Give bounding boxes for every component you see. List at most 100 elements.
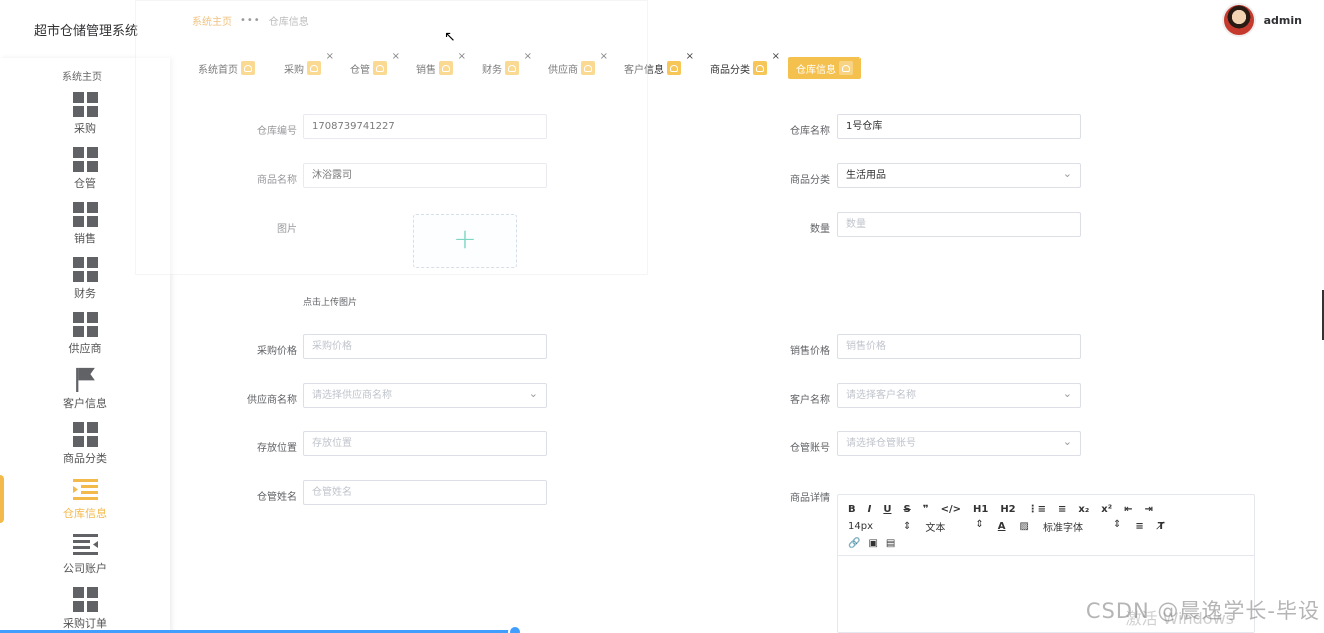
close-icon[interactable]: × — [772, 51, 780, 62]
video-icon[interactable]: ▤ — [886, 538, 895, 549]
category-select[interactable]: 生活用品 — [837, 162, 1081, 188]
superscript-button[interactable]: x² — [1101, 504, 1112, 515]
italic-button[interactable]: I — [868, 504, 872, 515]
sidebar-item-label: 公司账户 — [63, 562, 107, 575]
text-type-select[interactable]: 文本 ⇕ — [925, 519, 983, 534]
tab-finance[interactable]: 财务 × — [474, 51, 532, 79]
tab-warehouse-info[interactable]: 仓库信息 × — [788, 51, 866, 79]
tab-purchase[interactable]: 采购 × — [276, 51, 334, 79]
font-family-value: 标准字体 — [1042, 523, 1083, 534]
grid-icon — [73, 422, 98, 447]
quote-button[interactable]: ❞ — [923, 504, 929, 515]
image-icon[interactable]: ▣ — [868, 538, 877, 549]
tab-warehouse-mgmt[interactable]: 仓管 × — [342, 51, 400, 79]
bold-button[interactable]: B — [848, 504, 856, 515]
customer-label: 客户名称 — [790, 395, 830, 406]
indent-button[interactable]: ⇥ — [1145, 504, 1153, 515]
sidebar-item-customer[interactable]: 客户信息 — [0, 367, 170, 422]
keeper-account-select[interactable]: 请选择仓管账号 — [837, 430, 1081, 456]
close-icon[interactable]: × — [326, 51, 334, 62]
font-size-value: 14px — [848, 521, 873, 532]
sidebar-item-company-account[interactable]: 公司账户 — [0, 532, 170, 587]
user-menu[interactable]: admin — [1221, 3, 1302, 37]
scroll-handle[interactable] — [508, 625, 522, 633]
location-input[interactable]: 存放位置 — [303, 431, 547, 456]
tab-category[interactable]: 商品分类 × — [702, 51, 780, 79]
close-icon[interactable]: × — [458, 51, 466, 62]
avatar[interactable] — [1221, 3, 1256, 37]
mouse-cursor-icon: ↖ — [444, 29, 456, 45]
tab-icon — [373, 61, 387, 75]
bullet-list-button[interactable]: ≡ — [1058, 504, 1066, 515]
keeper-name-input[interactable]: 仓管姓名 — [303, 480, 547, 505]
sidebar-item-warehouse-info[interactable]: 仓库信息 — [0, 477, 170, 532]
quantity-input[interactable]: 数量 — [837, 212, 1081, 237]
supplier-select[interactable]: 请选择供应商名称 — [303, 382, 547, 408]
link-icon[interactable]: 🔗 — [848, 538, 860, 549]
ordered-list-button[interactable]: ⋮≡ — [1028, 504, 1046, 515]
tab-icon — [581, 61, 595, 75]
chevron-updown-icon: ⇕ — [903, 521, 912, 532]
sidebar-item-purchase[interactable]: 采购 — [0, 92, 170, 147]
sidebar-item-label[interactable]: 系统主页 — [62, 68, 102, 83]
image-upload-button[interactable]: + — [413, 214, 517, 268]
tab-label: 客户信息 — [624, 64, 664, 76]
customer-select[interactable]: 请选择客户名称 — [837, 382, 1081, 408]
tab-label: 商品分类 — [710, 64, 750, 76]
chevron-updown-icon: ⇕ — [1112, 519, 1122, 530]
h1-button[interactable]: H1 — [973, 504, 988, 515]
sidebar-item-label: 客户信息 — [63, 397, 107, 410]
text-type-value: 文本 — [925, 523, 946, 534]
warehouse-no-input[interactable]: 1708739741227 — [303, 114, 547, 139]
tab-label: 供应商 — [548, 64, 578, 76]
sidebar-item-label: 仓管 — [74, 177, 96, 190]
sidebar-item-warehouse-mgmt[interactable]: 仓管 — [0, 147, 170, 202]
product-name-input[interactable]: 沐浴露司 — [303, 163, 547, 188]
font-color-icon[interactable]: A — [998, 521, 1006, 532]
tab-sales[interactable]: 销售 × — [408, 51, 466, 79]
tab-icon — [753, 61, 767, 75]
grid-icon — [73, 312, 98, 337]
font-family-select[interactable]: 标准字体 ⇕ — [1043, 519, 1121, 534]
close-icon[interactable]: × — [600, 51, 608, 62]
code-button[interactable]: </> — [941, 504, 961, 515]
tab-home[interactable]: 系统首页 — [190, 57, 263, 79]
flag-icon — [76, 367, 95, 392]
list-indent-icon — [73, 479, 98, 500]
sidebar-item-label: 采购 — [74, 122, 96, 135]
grid-icon — [73, 202, 98, 227]
sale-price-label: 销售价格 — [790, 346, 830, 357]
sidebar-item-finance[interactable]: 财务 — [0, 257, 170, 312]
sidebar-item-sales[interactable]: 销售 — [0, 202, 170, 257]
sidebar-item-category[interactable]: 商品分类 — [0, 422, 170, 477]
sidebar-item-purchase-order[interactable]: 采购订单 — [0, 587, 170, 633]
purchase-price-input[interactable]: 采购价格 — [303, 334, 547, 359]
h2-button[interactable]: H2 — [1000, 504, 1015, 515]
tab-customer[interactable]: 客户信息 × — [616, 51, 694, 79]
close-icon[interactable]: × — [392, 51, 400, 62]
tab-supplier[interactable]: 供应商 × — [540, 51, 608, 79]
breadcrumb-ellipsis: ••• — [240, 15, 261, 26]
close-icon[interactable]: × — [686, 51, 694, 62]
align-icon[interactable]: ≡ — [1135, 521, 1143, 532]
warehouse-name-input[interactable]: 1号仓库 — [837, 114, 1081, 139]
underline-button[interactable]: U — [883, 504, 891, 515]
strike-button[interactable]: S — [903, 504, 910, 515]
tab-label: 仓库信息 — [796, 64, 836, 76]
username[interactable]: admin — [1264, 14, 1302, 27]
breadcrumb-home[interactable]: 系统主页 — [192, 13, 232, 28]
outdent-button[interactable]: ⇤ — [1124, 504, 1132, 515]
clear-format-icon[interactable]: T̸ — [1158, 521, 1165, 532]
warehouse-name-label: 仓库名称 — [790, 126, 830, 137]
close-icon[interactable]: × — [858, 51, 866, 62]
grid-icon — [73, 257, 98, 282]
app-title: 超市仓储管理系统 — [34, 24, 139, 39]
subscript-button[interactable]: x₂ — [1078, 504, 1089, 515]
background-color-icon[interactable]: ▨ — [1020, 521, 1029, 532]
supplier-label: 供应商名称 — [247, 395, 297, 406]
tab-icon — [307, 61, 321, 75]
font-size-select[interactable]: 14px ⇕ — [848, 521, 911, 532]
close-icon[interactable]: × — [524, 51, 532, 62]
sale-price-input[interactable]: 销售价格 — [837, 334, 1081, 359]
sidebar-item-supplier[interactable]: 供应商 — [0, 312, 170, 367]
